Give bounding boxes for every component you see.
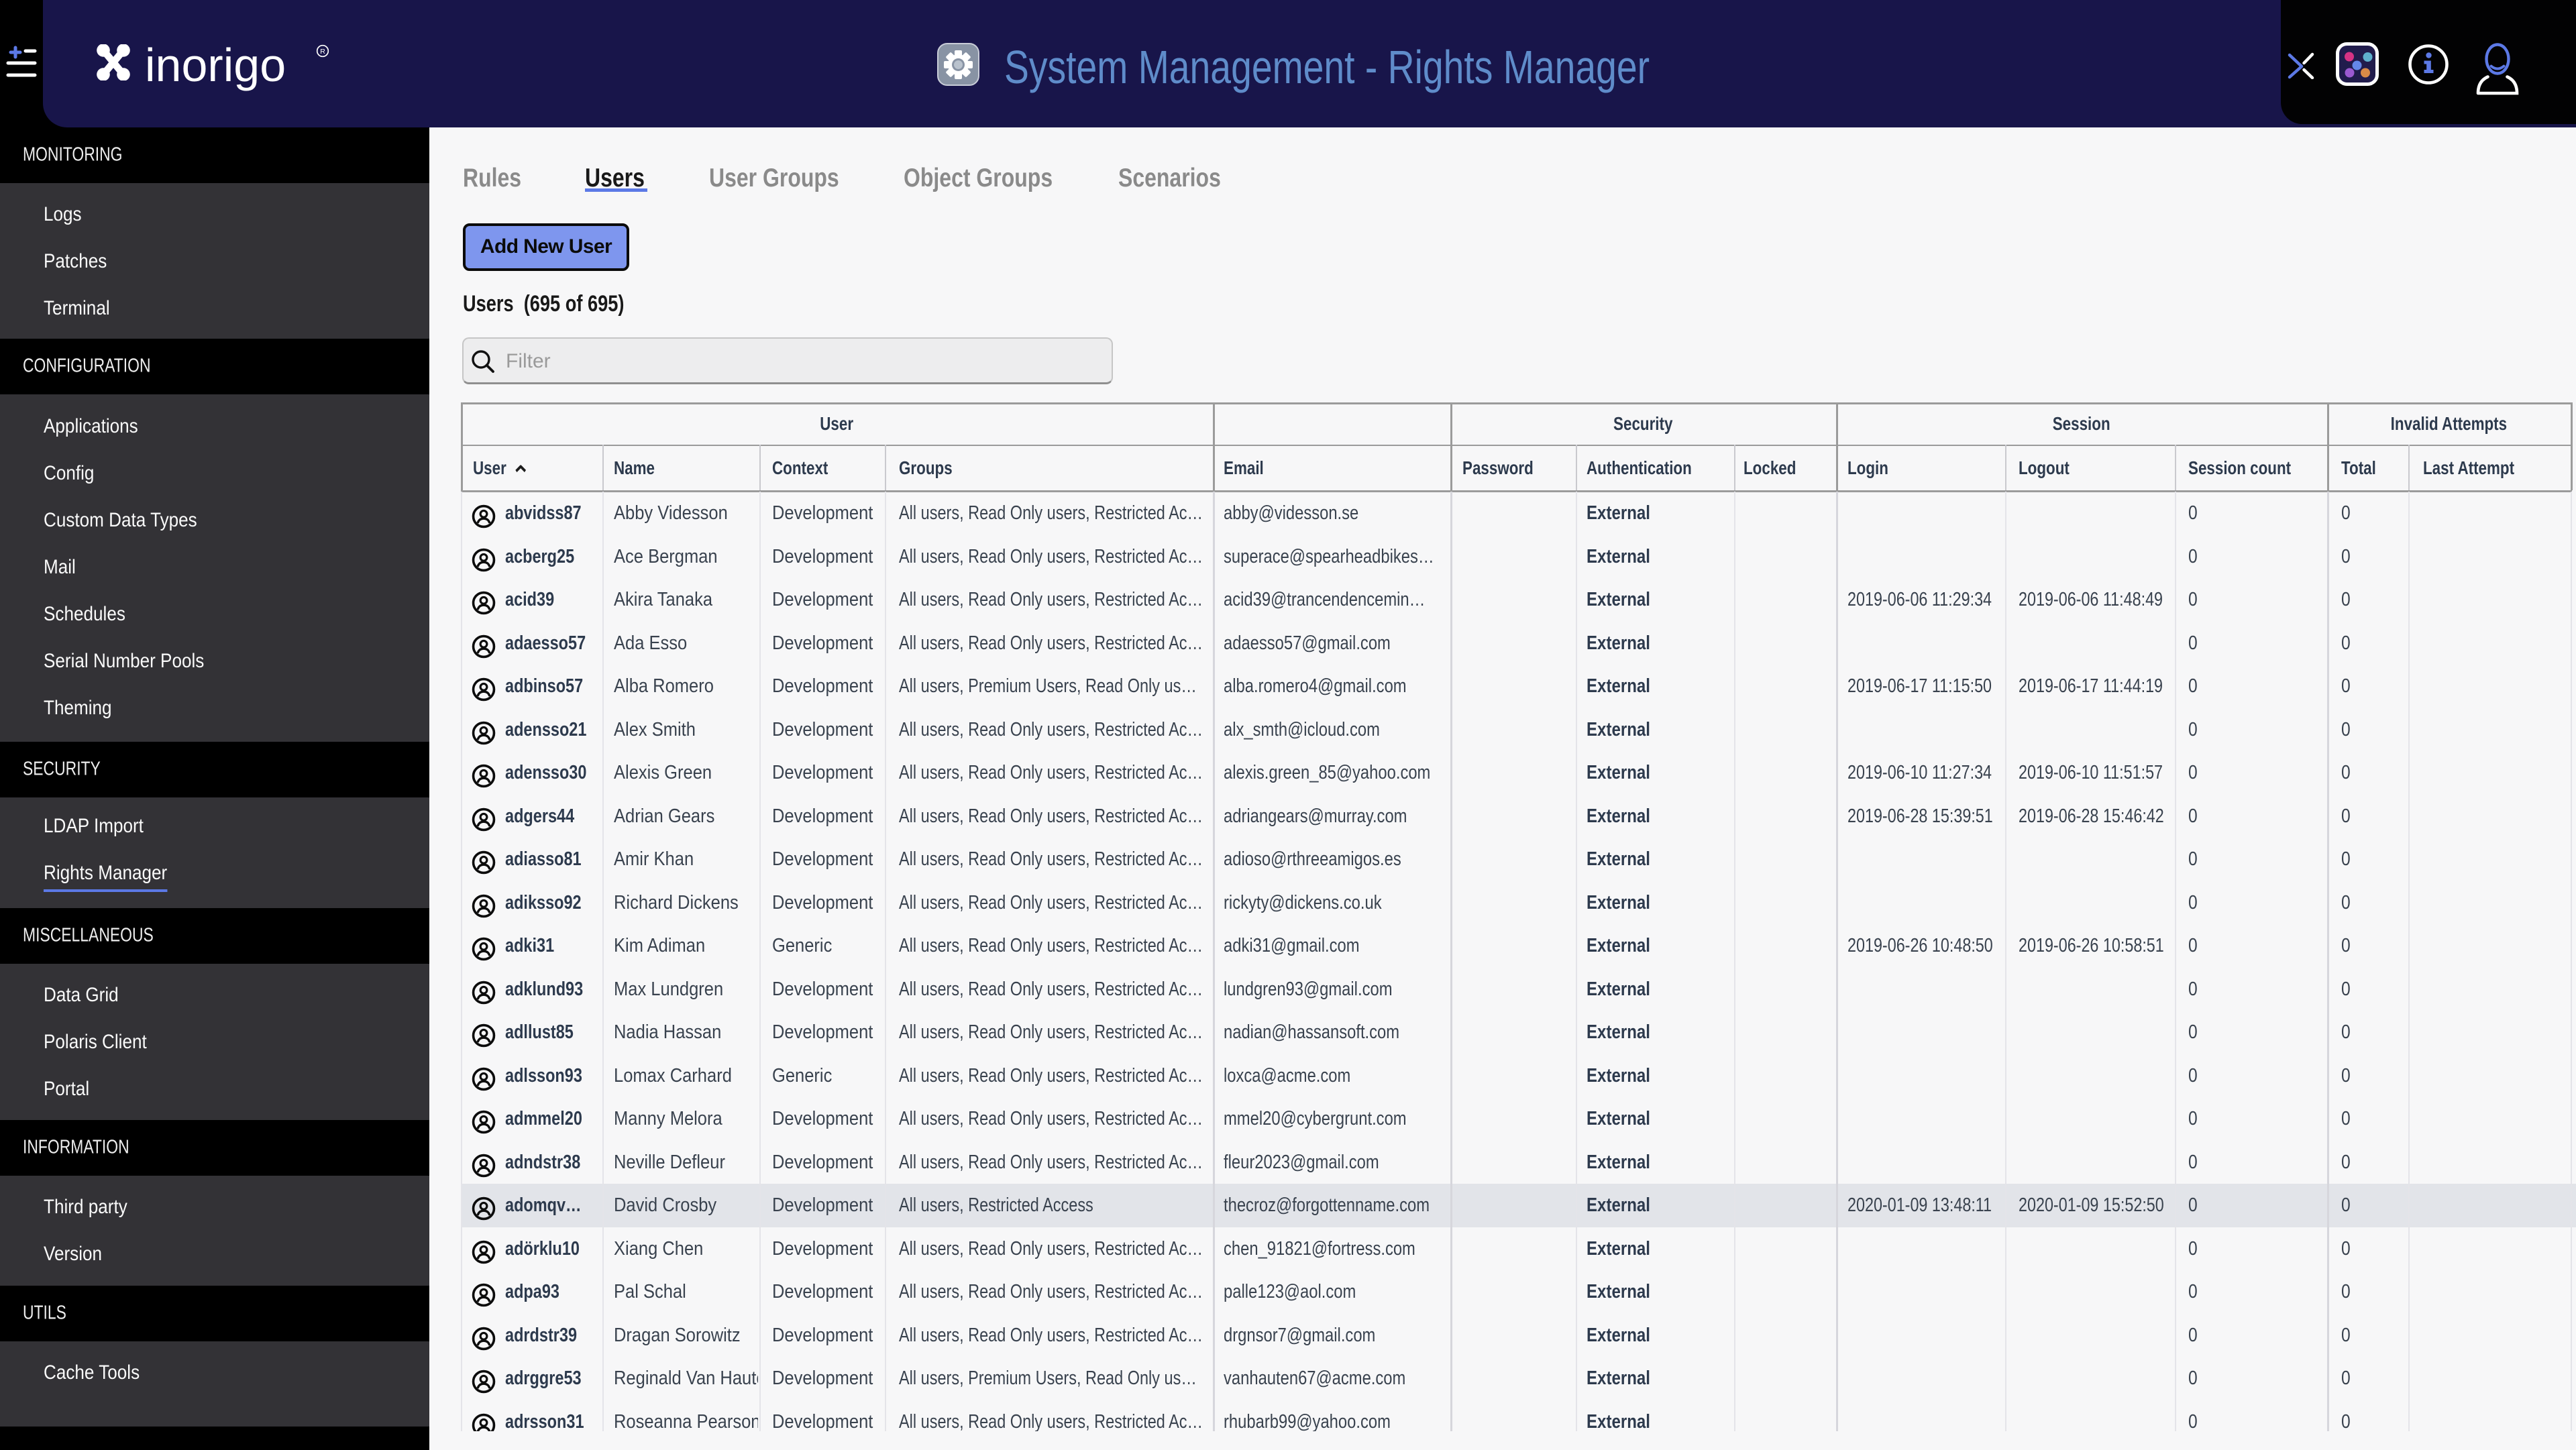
- svg-text:R: R: [320, 48, 325, 56]
